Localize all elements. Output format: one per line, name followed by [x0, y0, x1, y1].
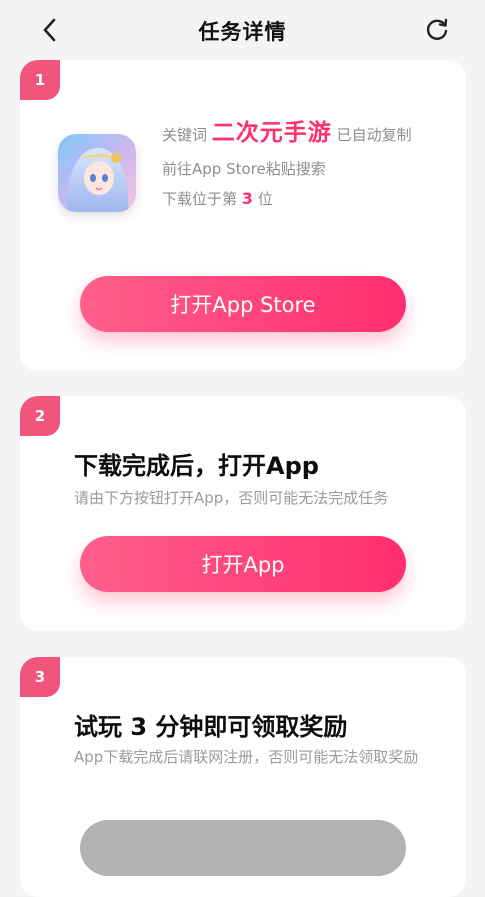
- step-2-card: 2 下载完成后，打开App 请由下方按钮打开App，否则可能无法完成任务 打开A…: [20, 396, 466, 631]
- open-app-button[interactable]: 打开App: [80, 536, 406, 592]
- navigation-bar: 任务详情: [0, 0, 485, 58]
- page-title: 任务详情: [198, 20, 287, 44]
- keyword-suffix: 已自动复制: [336, 126, 412, 144]
- keyword-info: 关键词 二次元手游 已自动复制 前往App Store粘贴搜索 下载位于第 3 …: [162, 118, 432, 210]
- step-3-title: 试玩 3 分钟即可领取奖励: [74, 713, 348, 741]
- step-2-description: 请由下方按钮打开App，否则可能无法完成任务: [74, 489, 389, 507]
- step-number-badge: 1: [20, 60, 60, 100]
- rank-suffix: 位: [257, 190, 273, 208]
- step-number-badge: 2: [20, 396, 60, 436]
- step-3-description: App下载完成后请联网注册，否则可能无法领取奖励: [74, 748, 419, 766]
- claim-reward-button: [80, 820, 406, 876]
- step-1-card: 1 关键词 二次元手游 已自动复制 前往App Store粘贴搜索 下载位于第 …: [20, 60, 466, 371]
- keyword-highlight: 二次元手游: [211, 120, 332, 146]
- rank-prefix: 下载位于第: [162, 190, 238, 208]
- game-app-icon: [58, 134, 136, 212]
- step-2-title: 下载完成后，打开App: [74, 452, 319, 480]
- open-app-store-button[interactable]: 打开App Store: [80, 276, 406, 332]
- refresh-icon[interactable]: [423, 16, 451, 44]
- search-instruction: 前往App Store粘贴搜索: [162, 160, 326, 178]
- step-number-badge: 3: [20, 657, 60, 697]
- rank-value: 3: [241, 189, 253, 208]
- step-3-card: 3 试玩 3 分钟即可领取奖励 App下载完成后请联网注册，否则可能无法领取奖励: [20, 657, 466, 897]
- keyword-prefix: 关键词: [162, 126, 208, 144]
